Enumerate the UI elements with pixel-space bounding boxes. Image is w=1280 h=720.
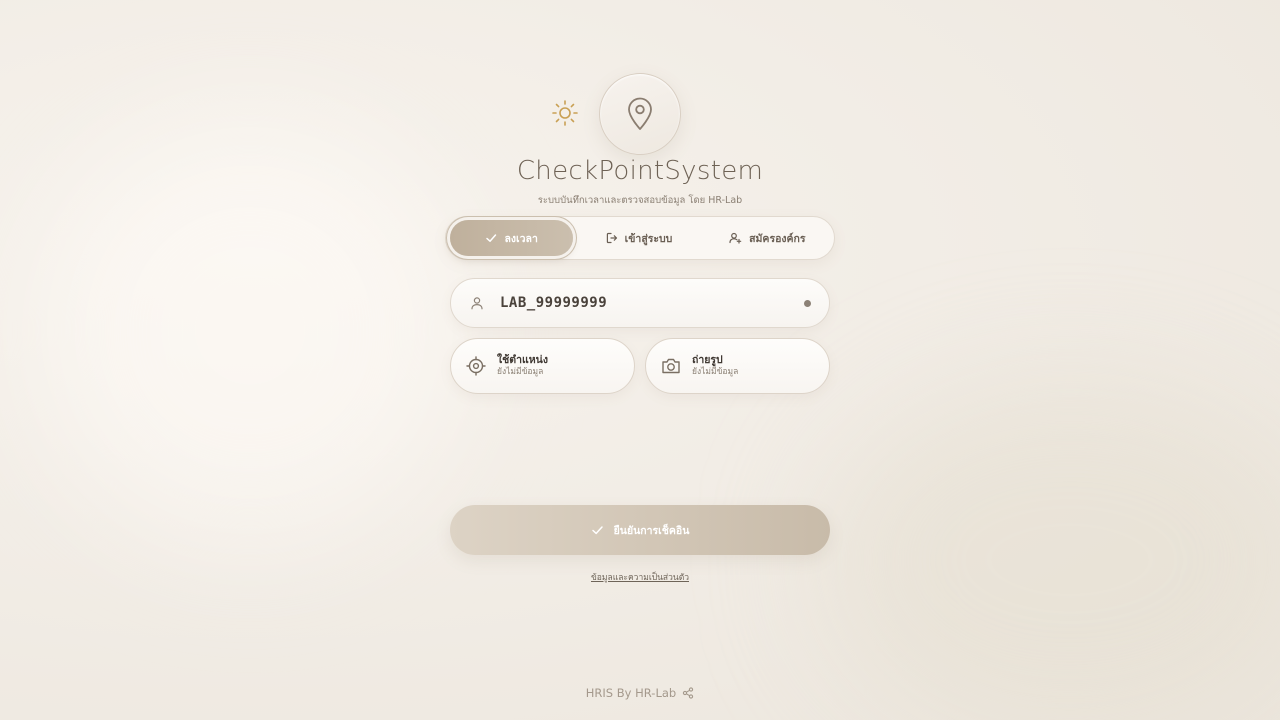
location-status: ยังไม่มีข้อมูล xyxy=(497,367,544,377)
location-target-icon xyxy=(465,355,487,377)
share-icon[interactable] xyxy=(682,687,694,699)
app-title: CheckPointSystem xyxy=(516,156,764,186)
tab-label: สมัครองค์กร xyxy=(749,232,806,245)
status-dot xyxy=(804,299,811,307)
tab-register-org[interactable]: สมัครองค์กร xyxy=(705,220,830,256)
background-glow xyxy=(820,380,1280,720)
user-icon xyxy=(469,295,485,311)
map-pin-icon xyxy=(628,97,652,130)
user-plus-icon xyxy=(729,232,742,244)
tab-login[interactable]: เข้าสู่ระบบ xyxy=(573,220,704,256)
check-icon xyxy=(486,234,497,242)
tab-clock-in[interactable]: ลงเวลา xyxy=(450,220,574,256)
app-subtitle: ระบบบันทึกเวลาและตรวจสอบข้อมูล โดย HR-La… xyxy=(537,195,743,206)
camera-icon xyxy=(660,355,682,377)
tab-label: เข้าสู่ระบบ xyxy=(624,232,673,245)
mode-tabs: ลงเวลา เข้าสู่ระบบ สมัครองค์กร xyxy=(445,216,835,260)
sun-icon xyxy=(552,100,578,126)
footer-text: HRIS By HR-Lab xyxy=(585,686,677,700)
take-photo-button[interactable]: ถ่ายรูป ยังไม่มีข้อมูล xyxy=(645,338,830,394)
theme-toggle-button[interactable] xyxy=(549,97,581,129)
employee-code-field[interactable]: LAB_99999999 xyxy=(450,278,830,328)
tab-label: ลงเวลา xyxy=(504,232,538,245)
check-icon xyxy=(591,526,603,535)
confirm-checkin-button[interactable]: ยืนยันการเช็คอิน xyxy=(450,505,830,555)
location-title: ใช้ตำแหน่ง xyxy=(497,354,548,366)
photo-status: ยังไม่มีข้อมูล xyxy=(692,367,739,377)
app-logo xyxy=(599,73,681,155)
photo-title: ถ่ายรูป xyxy=(692,354,723,366)
confirm-label: ยืนยันการเช็คอิน xyxy=(613,524,690,537)
privacy-link[interactable]: ข้อมูลและความเป็นส่วนตัว xyxy=(591,573,689,583)
footer: HRIS By HR-Lab xyxy=(0,686,1280,700)
use-location-button[interactable]: ใช้ตำแหน่ง ยังไม่มีข้อมูล xyxy=(450,338,635,394)
employee-code-value: LAB_99999999 xyxy=(500,295,608,311)
login-icon xyxy=(606,232,617,244)
